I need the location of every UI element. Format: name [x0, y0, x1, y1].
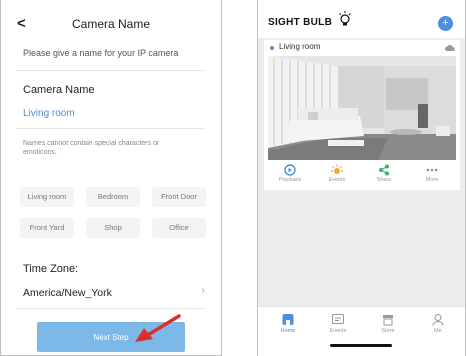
brand-name: SIGHT BULB	[268, 17, 333, 28]
camera-actions: Playback Events Share More	[264, 164, 460, 190]
events-tab-icon	[332, 314, 344, 324]
camera-name-input[interactable]	[23, 108, 201, 119]
page-title: Camera Name	[71, 17, 151, 31]
playback-button[interactable]: Playback	[270, 164, 310, 183]
share-label: Share	[376, 177, 392, 183]
time-zone-value: America/New_York	[23, 287, 112, 299]
tab-me[interactable]: Me	[418, 313, 458, 334]
profile-icon	[432, 314, 444, 326]
divider	[17, 70, 205, 71]
more-button[interactable]: More	[412, 164, 452, 183]
nav-header: < Camera Name	[1, 14, 221, 36]
home-screen: SIGHT BULB + Living room Playback Events…	[257, 0, 466, 356]
suggestion-shop[interactable]: Shop	[86, 218, 140, 238]
add-device-button[interactable]: +	[438, 16, 453, 31]
playback-icon	[284, 164, 296, 176]
store-icon	[383, 315, 393, 326]
camera-card: Living room Playback Events Share More	[264, 40, 460, 190]
camera-live-view[interactable]	[268, 56, 456, 160]
tab-me-label: Me	[434, 328, 442, 334]
divider	[17, 308, 205, 309]
tab-store-label: Store	[381, 328, 395, 334]
annotation-arrow-icon	[135, 314, 181, 342]
home-indicator	[330, 344, 392, 347]
time-zone-label: Time Zone:	[23, 263, 79, 275]
suggestion-office[interactable]: Office	[152, 218, 206, 238]
events-label: Events	[328, 177, 346, 183]
home-icon	[282, 314, 294, 325]
playback-label: Playback	[278, 177, 302, 183]
suggestion-living-room[interactable]: Living room	[20, 187, 74, 207]
tab-events[interactable]: Events	[318, 313, 358, 334]
camera-name-label: Camera Name	[23, 84, 95, 96]
tab-store[interactable]: Store	[368, 313, 408, 334]
suggestion-front-yard[interactable]: Front Yard	[20, 218, 74, 238]
events-button[interactable]: Events	[317, 164, 357, 183]
app-header: SIGHT BULB +	[258, 0, 465, 38]
camera-card-name: Living room	[279, 42, 321, 51]
page-subtitle: Please give a name for your IP camera	[23, 48, 179, 58]
light-bulb-icon	[339, 11, 351, 26]
time-zone-selector[interactable]: America/New_York ›	[17, 282, 207, 304]
events-icon	[331, 164, 343, 174]
share-icon	[379, 164, 389, 176]
cloud-icon[interactable]	[445, 43, 455, 52]
share-button[interactable]: Share	[364, 164, 404, 183]
more-icon	[426, 168, 438, 172]
suggestion-front-door[interactable]: Front Door	[152, 187, 206, 207]
more-label: More	[425, 177, 439, 183]
tab-events-label: Events	[329, 328, 347, 334]
camera-name-screen: < Camera Name Please give a name for you…	[0, 0, 222, 356]
suggestion-bedroom[interactable]: Bedroom	[86, 187, 140, 207]
tab-home[interactable]: Home	[268, 313, 308, 334]
chevron-right-icon: ›	[201, 285, 205, 297]
tab-home-label: Home	[280, 328, 296, 334]
bottom-tab-bar: Home Events Store Me	[258, 306, 465, 356]
name-hint: Names cannot contain special characters …	[23, 140, 160, 156]
divider	[17, 128, 205, 129]
status-dot	[270, 46, 274, 50]
